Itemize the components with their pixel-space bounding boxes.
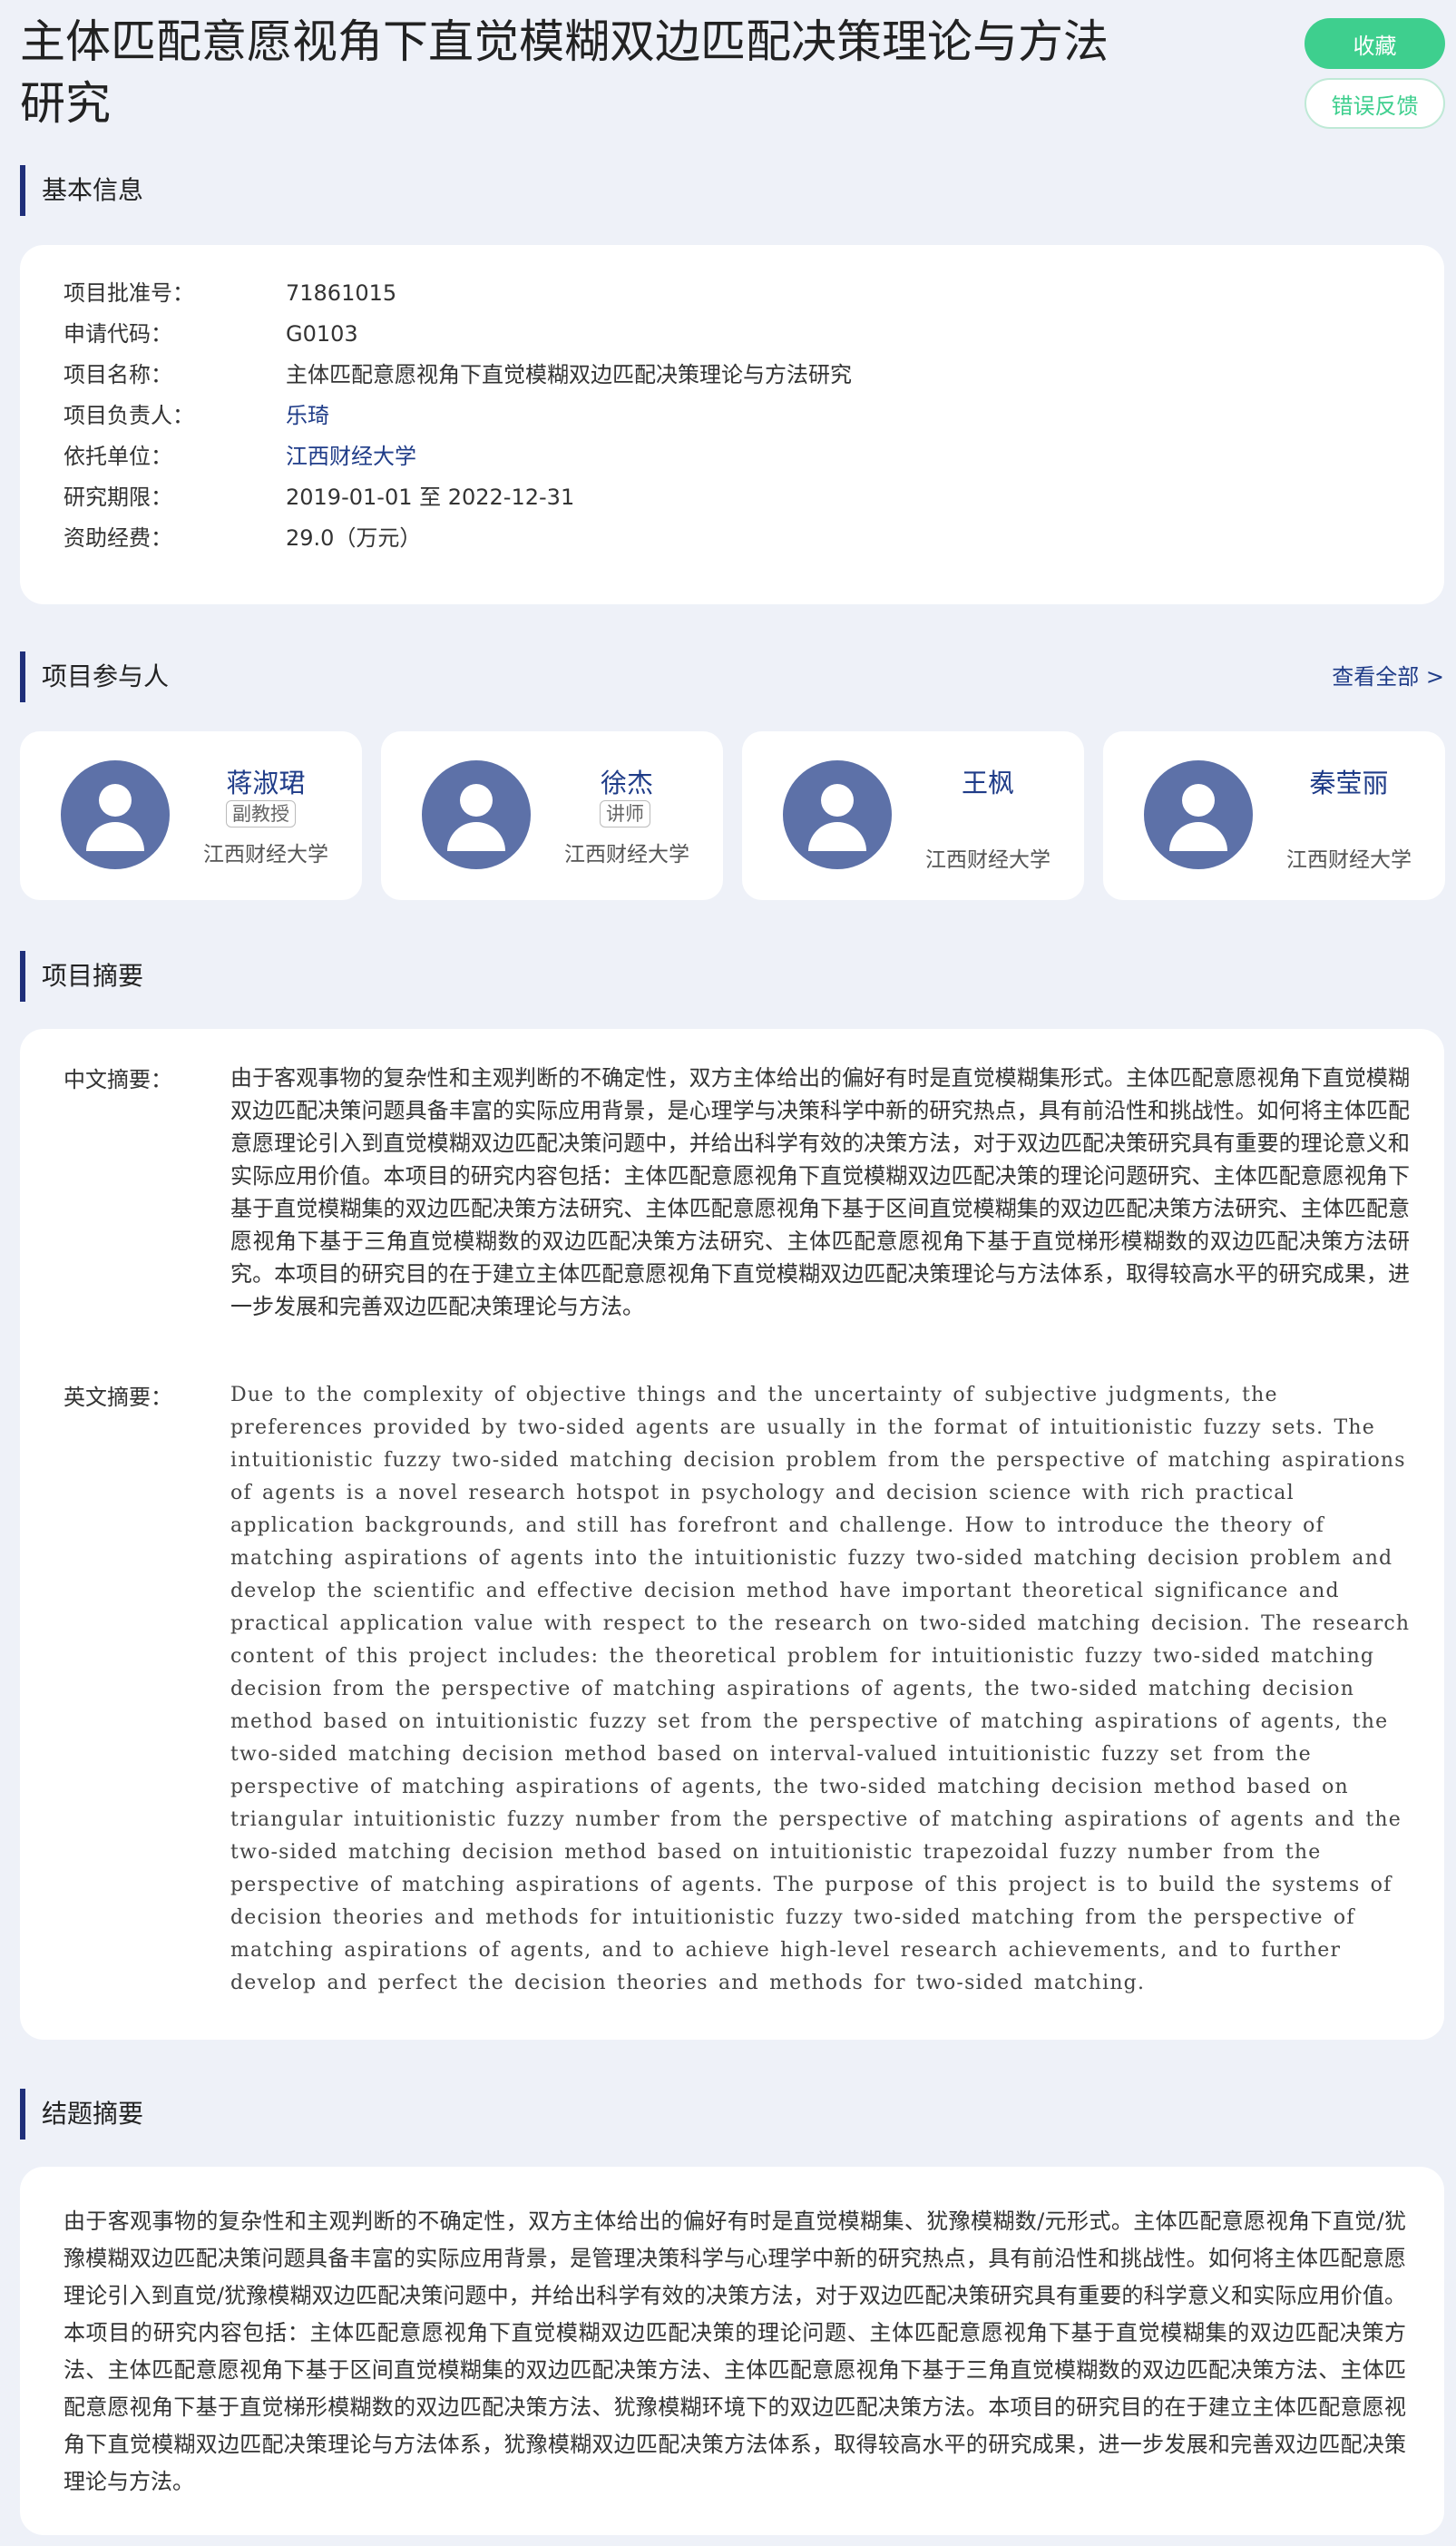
basic-info-card: 项目批准号： 71861015 申请代码： G0103 项目名称： 主体匹配意愿… [20,245,1444,604]
participant-card[interactable]: 蒋淑珺 副教授 江西财经大学 [20,731,362,900]
final-summary-card: 由于客观事物的复杂性和主观判断的不确定性，双方主体给出的偏好有时是直觉模糊集、犹… [20,2167,1444,2535]
info-value: 主体匹配意愿视角下直觉模糊双边匹配决策理论与方法研究 [286,362,852,387]
participant-card[interactable]: 王枫 江西财经大学 [742,731,1084,900]
section-heading-abstract: 项目摘要 [20,951,1444,1002]
info-label: 申请代码： [64,321,172,347]
section-title: 项目参与人 [42,661,170,691]
participant-name: 王枫 [961,768,1014,798]
section-title: 基本信息 [42,175,144,205]
final-summary-text: 由于客观事物的复杂性和主观判断的不确定性，双方主体给出的偏好有时是直觉模糊集、犹… [64,2208,1406,2494]
section-title: 结题摘要 [42,2099,144,2129]
participant-name: 徐杰 [600,768,653,798]
participant-name: 秦莹丽 [1309,768,1389,798]
info-value: 2019-01-01 至 2022-12-31 [286,485,575,510]
info-label: 项目批准号： [64,280,194,306]
participant-org: 江西财经大学 [203,843,328,867]
section-heading-final-summary: 结题摘要 [20,2089,1444,2140]
institution-link[interactable]: 江西财经大学 [286,441,416,472]
info-value: 71861015 [286,280,397,306]
section-heading-basic-info: 基本信息 [20,165,1444,216]
info-label: 研究期限： [64,485,172,510]
participant-card[interactable]: 徐杰 讲师 江西财经大学 [381,731,723,900]
view-all-link[interactable]: 查看全部 > [1332,651,1444,702]
info-label: 依托单位： [64,444,172,469]
participant-name: 蒋淑珺 [226,768,306,798]
avatar [1144,760,1253,869]
principal-investigator-link[interactable]: 乐琦 [286,400,329,431]
participant-org: 江西财经大学 [925,848,1050,872]
participant-org: 江西财经大学 [564,843,689,867]
chinese-abstract-text: 由于客观事物的复杂性和主观判断的不确定性，双方主体给出的偏好有时是直觉模糊集形式… [230,1065,1410,1319]
participant-card[interactable]: 秦莹丽 江西财经大学 [1103,731,1445,900]
info-label: 资助经费： [64,525,172,551]
english-abstract-label: 英文摘要： [64,1385,172,1410]
abstract-card: 中文摘要： 由于客观事物的复杂性和主观判断的不确定性，双方主体给出的偏好有时是直… [20,1029,1444,2040]
english-abstract-text: Due to the complexity of objective thing… [230,1384,1411,1994]
section-title: 项目摘要 [42,961,144,991]
info-label: 项目名称： [64,362,172,387]
page-title: 主体匹配意愿视角下直觉模糊双边匹配决策理论与方法研究 [20,15,1109,130]
section-heading-participants: 项目参与人 查看全部 > [20,651,1444,702]
collect-button[interactable]: 收藏 [1305,18,1445,69]
participant-title-badge: 讲师 [600,800,650,827]
avatar [783,760,892,869]
avatar [422,760,531,869]
participant-org: 江西财经大学 [1286,848,1412,872]
avatar [61,760,170,869]
participant-title-badge: 副教授 [226,800,296,827]
info-value: G0103 [286,321,358,347]
info-label: 项目负责人： [64,403,194,428]
error-feedback-button[interactable]: 错误反馈 [1305,78,1445,129]
info-value: 29.0（万元） [286,525,422,551]
chinese-abstract-label: 中文摘要： [64,1067,172,1092]
